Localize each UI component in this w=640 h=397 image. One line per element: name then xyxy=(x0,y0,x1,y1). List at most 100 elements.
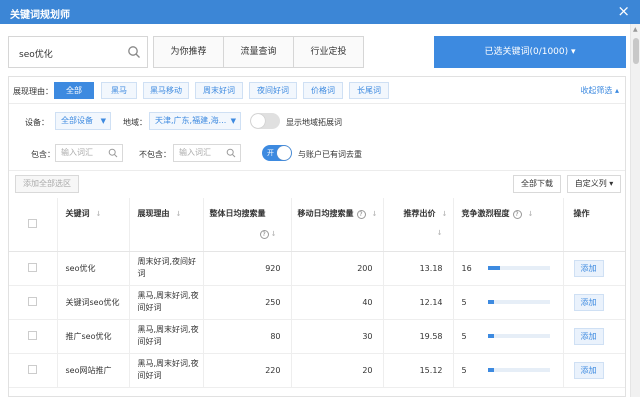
competition-bar-fill xyxy=(487,368,494,372)
collapse-filter-link[interactable]: 收起筛选 ▴ xyxy=(580,85,619,96)
bid-cell: 12.14 xyxy=(383,285,454,320)
action-cell: 添加 xyxy=(563,251,625,286)
total-search-cell: 920 xyxy=(203,251,292,286)
sort-icon[interactable]: ↓ xyxy=(271,230,277,238)
region-value: 天津,广东,福建,海... xyxy=(155,116,227,125)
row-checkbox[interactable] xyxy=(28,330,38,340)
chip-weekend[interactable]: 周末好词 xyxy=(195,82,243,99)
help-icon[interactable]: ? xyxy=(356,210,366,219)
header-label: 整体日均搜索量 xyxy=(209,209,266,218)
chip-dark-horse[interactable]: 黑马 xyxy=(101,82,137,99)
sort-icon[interactable]: ↓ xyxy=(372,210,378,218)
device-select[interactable]: 全部设备 ▼ xyxy=(55,112,111,130)
keywords-table: 关键词 ↓ 展现理由 ↓ 整体日均搜索量? ↓ 移动日均搜索量? ↓ 推荐出价 ↓ ↓ 竞争… xyxy=(9,198,625,388)
exclude-placeholder: 输入词汇 xyxy=(179,148,211,157)
chip-price[interactable]: 价格词 xyxy=(303,82,343,99)
header-label: 移动日均搜索量 xyxy=(297,209,354,218)
add-button[interactable]: 添加 xyxy=(573,327,604,345)
row-checkbox-cell xyxy=(9,319,58,354)
close-icon[interactable]: × xyxy=(617,3,630,19)
chip-night[interactable]: 夜间好词 xyxy=(249,82,297,99)
tab-recommend[interactable]: 为你推荐 xyxy=(154,37,224,67)
toggle-on-text: 开 xyxy=(267,149,274,157)
region-select[interactable]: 天津,广东,福建,海... ▼ xyxy=(149,112,241,130)
sort-icon[interactable]: ↓ xyxy=(528,210,534,218)
select-all-checkbox-cell xyxy=(9,198,58,252)
custom-columns-button[interactable]: 自定义列 ▾ xyxy=(567,175,621,193)
competition-value: 16 xyxy=(461,263,472,273)
header-keyword[interactable]: 关键词 ↓ xyxy=(57,198,130,252)
region-expand-label: 显示地域拓展词 xyxy=(286,118,342,127)
include-input[interactable]: 输入词汇 xyxy=(55,144,123,162)
bid-cell: 15.12 xyxy=(383,353,454,388)
chip-longtail[interactable]: 长尾词 xyxy=(349,82,389,99)
bid-cell: 19.58 xyxy=(383,319,454,354)
competition-bar xyxy=(487,334,550,338)
competition-bar-fill xyxy=(487,334,494,338)
competition-bar xyxy=(487,368,550,372)
reason-cell: 黑马,周末好词,夜间好词 xyxy=(129,319,204,354)
search-icon[interactable] xyxy=(127,45,141,59)
total-search-cell: 250 xyxy=(203,285,292,320)
select-all-checkbox[interactable] xyxy=(28,218,38,228)
download-all-button[interactable]: 全部下载 xyxy=(513,175,561,193)
chip-all[interactable]: 全部 xyxy=(54,82,94,99)
device-value: 全部设备 xyxy=(61,116,93,125)
title-bar: 关键词规划师 × xyxy=(0,0,640,24)
competition-value: 5 xyxy=(461,331,467,341)
keyword-cell: 关键词seo优化 xyxy=(57,285,130,320)
search-input[interactable]: seo优化 xyxy=(8,36,148,68)
keyword-cell: seo优化 xyxy=(57,251,130,286)
mobile-search-cell: 200 xyxy=(291,251,384,286)
mobile-search-cell: 30 xyxy=(291,319,384,354)
add-button[interactable]: 添加 xyxy=(573,361,604,379)
help-icon[interactable]: ? xyxy=(512,210,522,219)
help-icon[interactable]: ? xyxy=(259,230,269,239)
competition-cell: 5 xyxy=(453,285,564,320)
reason-label: 展现理由： xyxy=(13,87,53,96)
header-reason[interactable]: 展现理由 ↓ xyxy=(129,198,204,252)
chip-dark-horse-mobile[interactable]: 黑马移动 xyxy=(143,82,189,99)
row-checkbox-cell xyxy=(9,251,58,286)
dedupe-toggle[interactable]: 开 xyxy=(262,145,292,161)
scrollbar[interactable]: ▲ xyxy=(630,24,640,397)
action-cell: 添加 xyxy=(563,353,625,388)
selected-keywords-button[interactable]: 已选关键词(0/1000) ▾ xyxy=(434,36,626,68)
action-cell: 添加 xyxy=(563,319,625,354)
region-expand-toggle[interactable] xyxy=(250,113,280,129)
row-checkbox[interactable] xyxy=(28,364,38,374)
exclude-input[interactable]: 输入词汇 xyxy=(173,144,241,162)
results-panel: 展现理由： 全部 黑马 黑马移动 周末好词 夜间好词 价格词 长尾词 收起筛选 … xyxy=(8,76,626,397)
row-checkbox[interactable] xyxy=(28,262,38,272)
header-mobile-search[interactable]: 移动日均搜索量? ↓ xyxy=(291,198,384,252)
sort-icon[interactable]: ↓ xyxy=(96,210,102,218)
add-button[interactable]: 添加 xyxy=(573,259,604,277)
row-checkbox-cell xyxy=(9,285,58,320)
row-checkbox[interactable] xyxy=(28,296,38,306)
keyword-cell: seo网站推广 xyxy=(57,353,130,388)
scroll-up-icon[interactable]: ▲ xyxy=(633,26,638,33)
include-label: 包含： xyxy=(31,150,55,159)
sort-icon[interactable]: ↓ xyxy=(442,210,448,218)
header-label: 竞争激烈程度 xyxy=(461,209,510,218)
reason-cell: 黑马,周末好词,夜间好词 xyxy=(129,285,204,320)
add-button[interactable]: 添加 xyxy=(573,293,604,311)
tab-industry[interactable]: 行业定投 xyxy=(294,37,364,67)
sort-icon[interactable]: ↓ xyxy=(410,229,453,237)
header-total-search[interactable]: 整体日均搜索量? ↓ xyxy=(203,198,292,252)
row-checkbox-cell xyxy=(9,353,58,388)
competition-value: 5 xyxy=(461,297,467,307)
header-competition[interactable]: 竞争激烈程度? ↓ xyxy=(453,198,564,252)
window-title: 关键词规划师 xyxy=(10,10,70,21)
sort-icon[interactable]: ↓ xyxy=(176,210,182,218)
scrollbar-thumb[interactable] xyxy=(633,38,639,64)
caret-down-icon: ▼ xyxy=(100,117,106,125)
top-bar: seo优化 为你推荐 流量查询 行业定投 已选关键词(0/1000) ▾ xyxy=(0,36,626,68)
search-icon xyxy=(226,148,236,158)
tab-traffic-query[interactable]: 流量查询 xyxy=(224,37,294,67)
total-search-cell: 80 xyxy=(203,319,292,354)
add-all-button[interactable]: 添加全部选区 xyxy=(15,175,79,193)
caret-down-icon: ▼ xyxy=(230,117,236,125)
search-value: seo优化 xyxy=(19,50,53,60)
header-bid[interactable]: 推荐出价 ↓ ↓ xyxy=(383,198,454,252)
